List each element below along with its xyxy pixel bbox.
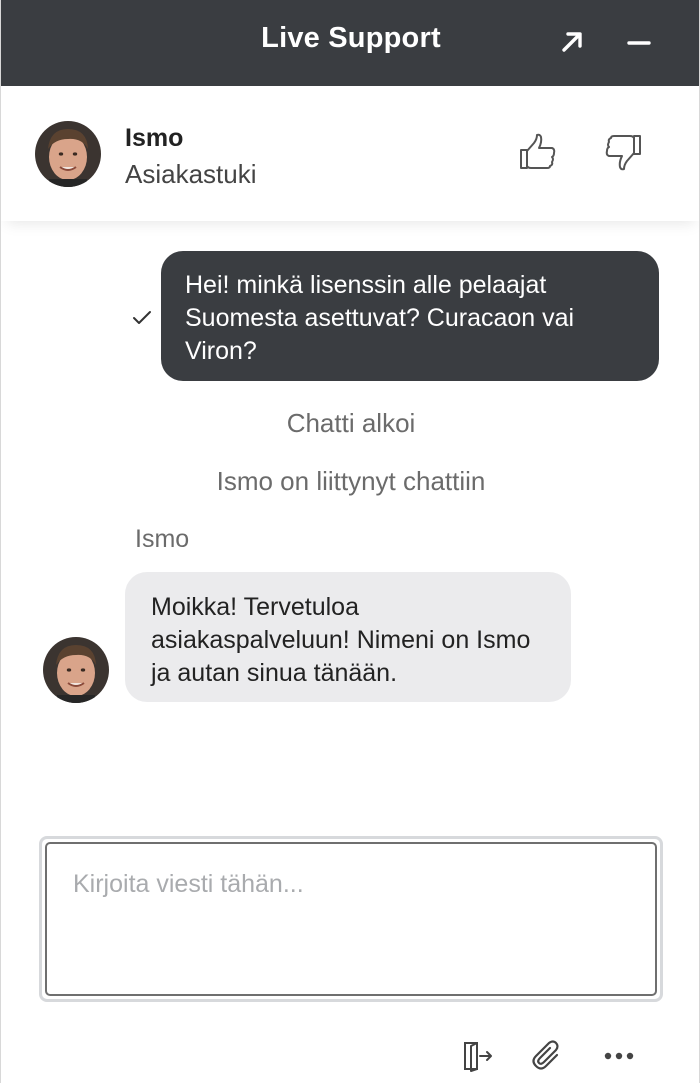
- minimize-button[interactable]: [621, 24, 657, 60]
- outgoing-message: Hei! minkä lisenssin alle pelaajat Suome…: [161, 251, 659, 381]
- thumbs-up-icon: [520, 133, 556, 169]
- end-chat-button[interactable]: [459, 1038, 495, 1074]
- incoming-message: Moikka! Tervetuloa asiakaspalveluun! Nim…: [125, 572, 571, 702]
- system-message: Ismo on liittynyt chattiin: [216, 466, 486, 496]
- title-bar: Live Support: [1, 0, 699, 86]
- thumbs-down-icon: [605, 135, 641, 171]
- more-options-button[interactable]: [601, 1038, 637, 1074]
- minus-icon: [627, 41, 651, 45]
- arrow-up-right-icon: [562, 32, 582, 52]
- paperclip-icon: [532, 1040, 559, 1070]
- message-input[interactable]: [45, 842, 657, 996]
- more-icon: [604, 1052, 634, 1060]
- exit-icon: [464, 1042, 492, 1072]
- rate-up-button[interactable]: [516, 130, 560, 174]
- check-icon: [133, 311, 151, 324]
- rate-down-button[interactable]: [601, 130, 645, 174]
- agent-avatar-small: [43, 637, 109, 703]
- system-message: Chatti alkoi: [286, 408, 416, 438]
- popout-button[interactable]: [554, 24, 590, 60]
- chat-window: Live Support Ismo Asiakastuki Hei! minkä…: [0, 0, 700, 1083]
- message-list[interactable]: Hei! minkä lisenssin alle pelaajat Suome…: [1, 221, 699, 821]
- agent-role: Asiakastuki: [125, 159, 257, 189]
- agent-avatar: [35, 121, 101, 187]
- agent-header: Ismo Asiakastuki: [1, 86, 699, 221]
- attach-button[interactable]: [529, 1038, 565, 1074]
- sender-name: Ismo: [135, 525, 190, 553]
- composer: [39, 836, 663, 1002]
- agent-name: Ismo: [125, 124, 184, 152]
- window-title: Live Support: [261, 22, 441, 54]
